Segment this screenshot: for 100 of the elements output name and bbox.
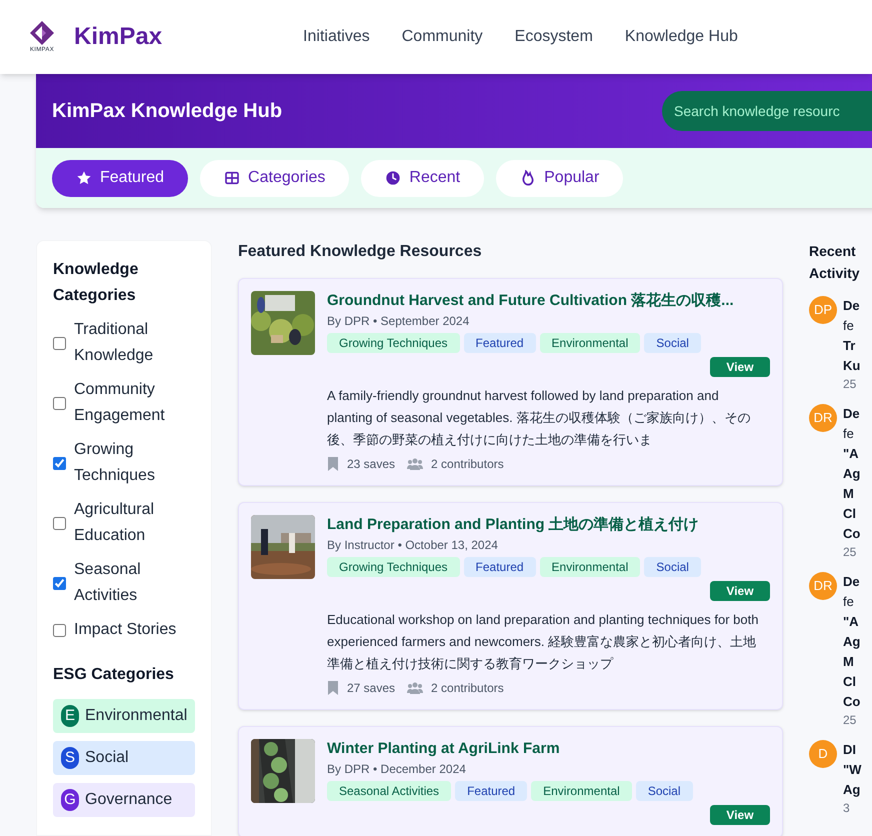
esg-label: Social <box>85 748 129 768</box>
saves-count: 23 saves <box>347 456 396 473</box>
saves-count: 27 saves <box>347 680 396 697</box>
activity-time: 25 <box>843 544 858 560</box>
resource-title[interactable]: Groundnut Harvest and Future Cultivation 落花生の収穫... <box>327 291 770 311</box>
people-icon <box>407 682 424 694</box>
activity-text: Tr <box>843 337 856 355</box>
activity-text: M <box>843 485 855 503</box>
activity-time: 3 <box>843 800 851 816</box>
activity-text: Co <box>843 693 860 711</box>
activity-text: Co <box>843 525 860 543</box>
star-icon <box>76 170 92 186</box>
filter-tab[interactable]: Recent <box>361 160 484 196</box>
category-label: Traditional Knowledge <box>74 320 154 366</box>
esg-letter-badge: S <box>61 747 79 769</box>
activity-text: De <box>843 297 860 315</box>
tag: Social <box>644 333 701 353</box>
resource-description: A family-friendly groundnut harvest followed by land preparation and planting of seasonal vegetables. 落花生の収穫体験（ご家族向け）、その後、季節の野菜の植え付けに向けた土地の準備を行いま <box>327 387 752 449</box>
activity-text: Ag <box>843 781 862 799</box>
grid-icon <box>224 170 240 186</box>
esg-category[interactable]: G Governance <box>53 783 195 817</box>
clock-icon <box>385 170 402 186</box>
esg-category[interactable]: S Social <box>53 741 195 775</box>
esg-letter-badge: G <box>61 789 79 811</box>
search-field[interactable]: Search knowledge resourc <box>662 91 872 131</box>
view-button[interactable]: View <box>710 357 770 377</box>
logo-icon[interactable] <box>28 21 56 45</box>
user-avatar: D <box>809 740 837 768</box>
nav-link[interactable]: Initiatives <box>303 25 370 49</box>
sidebar-heading: Knowledge Categories <box>53 260 140 306</box>
category-checkbox[interactable] <box>53 456 66 470</box>
activity-text: fe <box>843 425 855 443</box>
tag: Growing Techniques <box>327 557 460 577</box>
contributors-count: 2 contributors <box>431 680 504 697</box>
bookmark-icon <box>327 457 339 471</box>
view-button[interactable]: View <box>710 805 770 825</box>
tag: Featured <box>464 333 536 353</box>
filter-tab[interactable]: Categories <box>200 160 350 196</box>
activity-time: 25 <box>843 376 858 392</box>
view-button[interactable]: View <box>710 581 770 601</box>
activity-text: Cl <box>843 505 857 523</box>
activity-time: 25 <box>843 712 858 728</box>
resource-title[interactable]: Winter Planting at AgriLink Farm <box>327 739 770 759</box>
activity-text: Ag <box>843 633 860 651</box>
tag: Featured <box>464 557 536 577</box>
esg-category[interactable]: E Environmental <box>53 699 195 733</box>
flame-icon <box>520 170 536 186</box>
activity-text: Ku <box>843 357 860 375</box>
filter-tab[interactable]: Popular <box>496 160 624 196</box>
activity-text: Ag <box>843 465 860 483</box>
tag: Featured <box>455 781 528 801</box>
resource-meta: By Instructor • October 13, 2024 <box>327 537 499 553</box>
category-label: Growing Techniques <box>74 440 156 486</box>
category-label: Seasonal Activities <box>74 560 142 606</box>
activity-text: "W <box>843 761 862 779</box>
filter-tab[interactable]: Featured <box>52 160 188 196</box>
resource-meta: By DPR • September 2024 <box>327 313 470 329</box>
esg-label: Governance <box>85 790 172 810</box>
activity-text: De <box>843 405 860 423</box>
tag: Seasonal Activities <box>327 781 452 801</box>
category-checkbox[interactable] <box>53 516 66 530</box>
nav-link[interactable]: Knowledge Hub <box>624 25 738 49</box>
activity-text: "A <box>843 445 860 463</box>
tag: Environmental <box>540 557 640 577</box>
category-checkbox[interactable] <box>53 336 66 350</box>
activity-text: Cl <box>843 673 857 691</box>
category-checkbox[interactable] <box>53 576 66 590</box>
activity-text: M <box>843 653 855 671</box>
activity-text: De <box>843 573 860 591</box>
brand-name[interactable]: KimPax <box>74 19 162 55</box>
resource-title[interactable]: Land Preparation and Planting 土地の準備と植え付け <box>327 515 770 535</box>
tag: Environmental <box>531 781 632 801</box>
esg-label: Environmental <box>85 706 188 726</box>
activity-text: fe <box>843 317 855 335</box>
nav-link[interactable]: Community <box>402 25 483 49</box>
contributors-count: 2 contributors <box>431 456 504 473</box>
user-avatar: DP <box>809 296 837 324</box>
people-icon <box>407 458 424 470</box>
resource-meta: By DPR • December 2024 <box>327 761 467 777</box>
category-label: Agricultural Education <box>74 500 156 546</box>
bookmark-icon <box>327 681 339 695</box>
user-avatar: DR <box>809 404 837 432</box>
resource-description: Educational workshop on land preparation and planting techniques for both experienced farmers and newcomers. 経験豊富な農家と初心者向け、土地準備と植え付け技術に関する教育ワークショップ <box>327 611 760 673</box>
activity-text: "A <box>843 613 860 631</box>
user-avatar: DR <box>809 572 837 600</box>
section-heading: Featured Knowledge Resources <box>238 242 483 262</box>
category-checkbox[interactable] <box>53 396 66 410</box>
category-label: Community Engagement <box>74 380 166 426</box>
category-label: Impact Stories <box>74 620 176 640</box>
tag: Social <box>636 781 692 801</box>
activity-text: fe <box>843 593 855 611</box>
activity-text: DI <box>843 741 857 759</box>
tag: Growing Techniques <box>327 333 460 353</box>
sidebar-heading: ESG Categories <box>53 665 175 685</box>
activity-heading: Recent Activity <box>809 242 861 283</box>
nav-link[interactable]: Ecosystem <box>514 25 593 49</box>
esg-letter-badge: E <box>61 705 79 727</box>
category-checkbox[interactable] <box>53 624 66 636</box>
tag: Social <box>644 557 701 577</box>
hero-title: KimPax Knowledge Hub <box>52 99 284 124</box>
